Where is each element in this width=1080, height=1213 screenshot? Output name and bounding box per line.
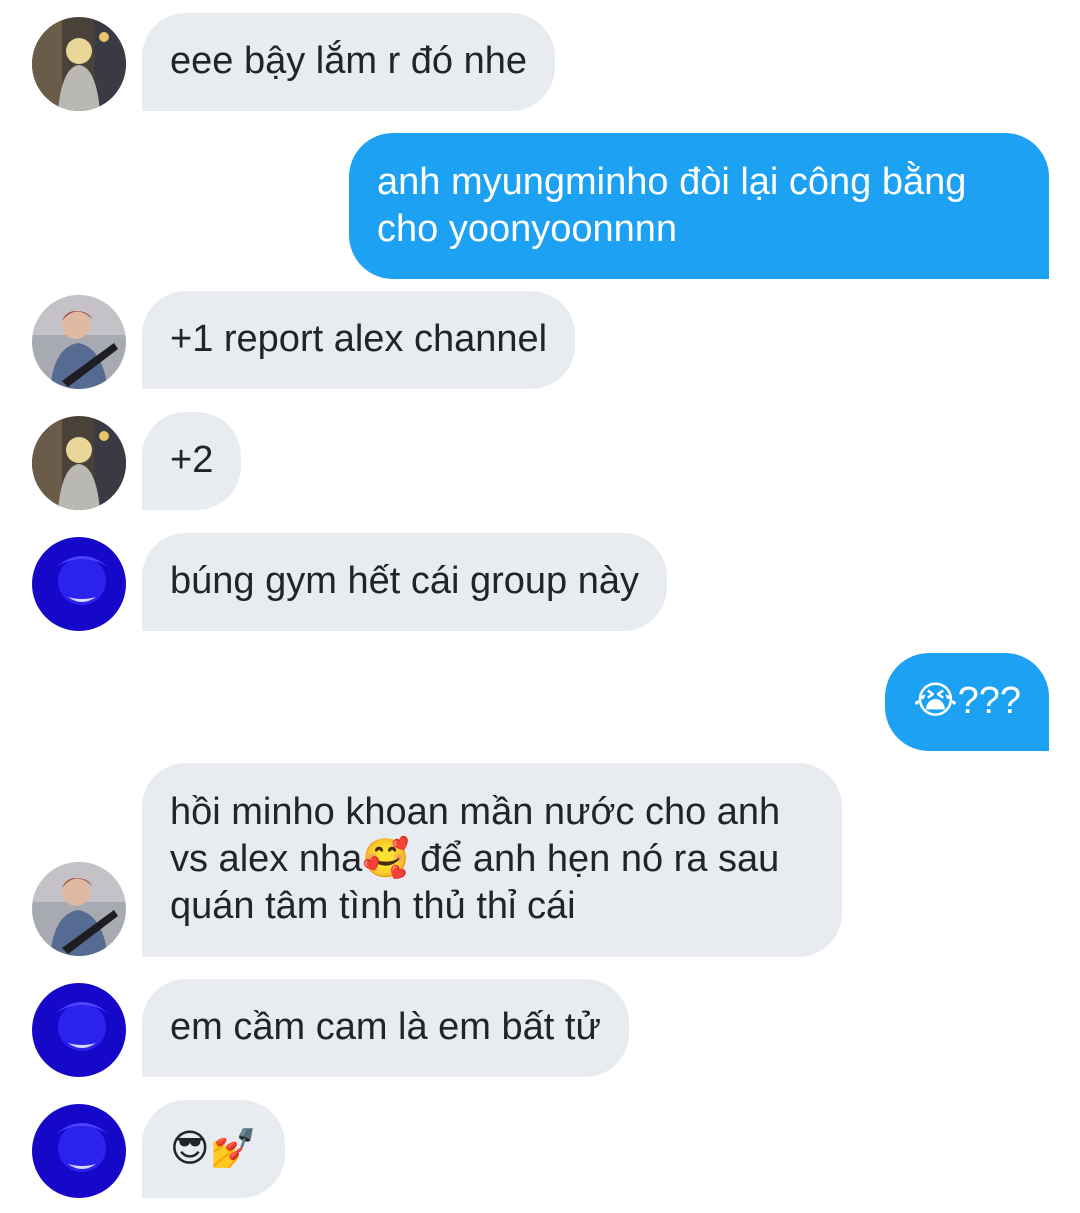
- message-text: hồi minho khoan mần nước cho anh vs alex…: [170, 791, 781, 927]
- avatar-image: [32, 862, 126, 956]
- avatar-image: [32, 537, 126, 631]
- message-bubble-incoming[interactable]: +2: [142, 412, 242, 510]
- message-bubble-incoming[interactable]: +1 report alex channel: [142, 291, 576, 389]
- message-bubble-incoming[interactable]: búng gym hết cái group này: [142, 533, 667, 631]
- avatar-blue-portrait[interactable]: [32, 537, 126, 631]
- avatar-image: [32, 1104, 126, 1198]
- avatar-image: [32, 17, 126, 111]
- avatar-image: [32, 416, 126, 510]
- avatar-image: [32, 983, 126, 1077]
- message-bubble-outgoing[interactable]: 😭???: [885, 653, 1049, 751]
- avatar-redhair-guitar[interactable]: [32, 295, 126, 389]
- avatar-redhair-guitar[interactable]: [32, 862, 126, 956]
- message-text: em cầm cam là em bất tử: [170, 1006, 601, 1048]
- message-text: +1 report alex channel: [170, 318, 548, 360]
- chat-thread: eee bậy lắm r đó nhe anh myungminho đòi …: [0, 0, 1080, 1213]
- message-text: eee bậy lắm r đó nhe: [170, 40, 528, 82]
- avatar-blonde-street[interactable]: [32, 17, 126, 111]
- message-bubble-incoming[interactable]: eee bậy lắm r đó nhe: [142, 13, 556, 111]
- message-bubble-incoming[interactable]: hồi minho khoan mần nước cho anh vs alex…: [142, 763, 842, 957]
- message-bubble-incoming[interactable]: 😎💅: [142, 1100, 285, 1198]
- message-bubble-outgoing[interactable]: anh myungminho đòi lại công bằng cho yoo…: [349, 133, 1049, 279]
- message-text: 😭???: [913, 680, 1021, 722]
- avatar-blue-portrait[interactable]: [32, 983, 126, 1077]
- avatar-blue-portrait[interactable]: [32, 1104, 126, 1198]
- message-text: anh myungminho đòi lại công bằng cho yoo…: [377, 161, 967, 250]
- message-bubble-incoming[interactable]: em cầm cam là em bất tử: [142, 979, 629, 1077]
- message-text: 😎💅: [170, 1126, 257, 1170]
- message-text: +2: [170, 439, 214, 481]
- message-text: búng gym hết cái group này: [170, 560, 639, 602]
- avatar-image: [32, 295, 126, 389]
- avatar-blonde-street[interactable]: [32, 416, 126, 510]
